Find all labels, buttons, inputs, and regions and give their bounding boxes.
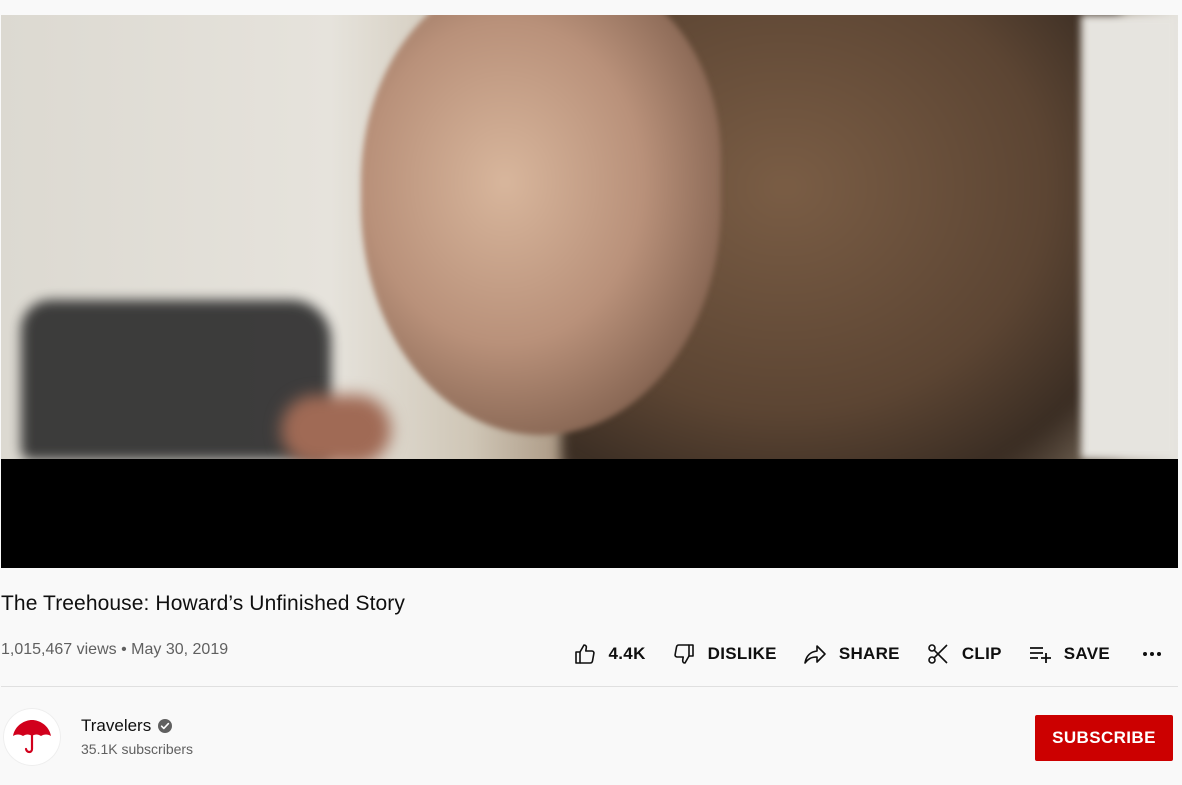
scissors-icon [928,644,948,664]
subscribe-button[interactable]: SUBSCRIBE [1035,715,1173,761]
action-bar: 4.4K DISLIKE SHARE CLIP SAVE [573,636,1164,672]
view-count: 1,015,467 views [1,641,117,658]
more-actions-button[interactable] [1140,642,1164,666]
clip-label: CLIP [961,644,1002,663]
share-icon [804,645,826,664]
thumbs-up-icon [574,644,595,664]
umbrella-icon [13,720,51,754]
dislike-button[interactable]: DISLIKE [672,642,777,666]
thumbs-down-icon [673,644,694,664]
upload-date: May 30, 2019 [131,641,229,658]
save-button[interactable]: SAVE [1028,642,1110,666]
divider [1,686,1178,687]
subscriber-count: 35.1K subscribers [81,741,194,757]
video-meta: 1,015,467 views • May 30, 2019 [1,641,228,659]
video-title: The Treehouse: Howard’s Unfinished Story [1,592,405,615]
playlist-add-icon [1029,647,1051,663]
meta-separator: • [121,641,127,658]
video-frame[interactable] [1,15,1178,459]
video-player[interactable] [1,15,1178,568]
channel-avatar[interactable] [3,708,61,766]
clip-button[interactable]: CLIP [926,642,1002,666]
more-horizontal-icon [1143,652,1161,656]
share-label: SHARE [838,644,900,663]
like-button[interactable]: 4.4K [573,642,646,666]
like-count: 4.4K [608,644,646,663]
share-button[interactable]: SHARE [803,642,900,666]
frame-background-wall [1081,15,1178,459]
dislike-label: DISLIKE [707,644,777,663]
save-label: SAVE [1063,644,1110,663]
frame-foreground-hand [281,395,391,459]
verified-check-icon [158,719,173,733]
channel-name[interactable]: Travelers [81,716,173,736]
channel-name-text[interactable]: Travelers [81,716,151,736]
